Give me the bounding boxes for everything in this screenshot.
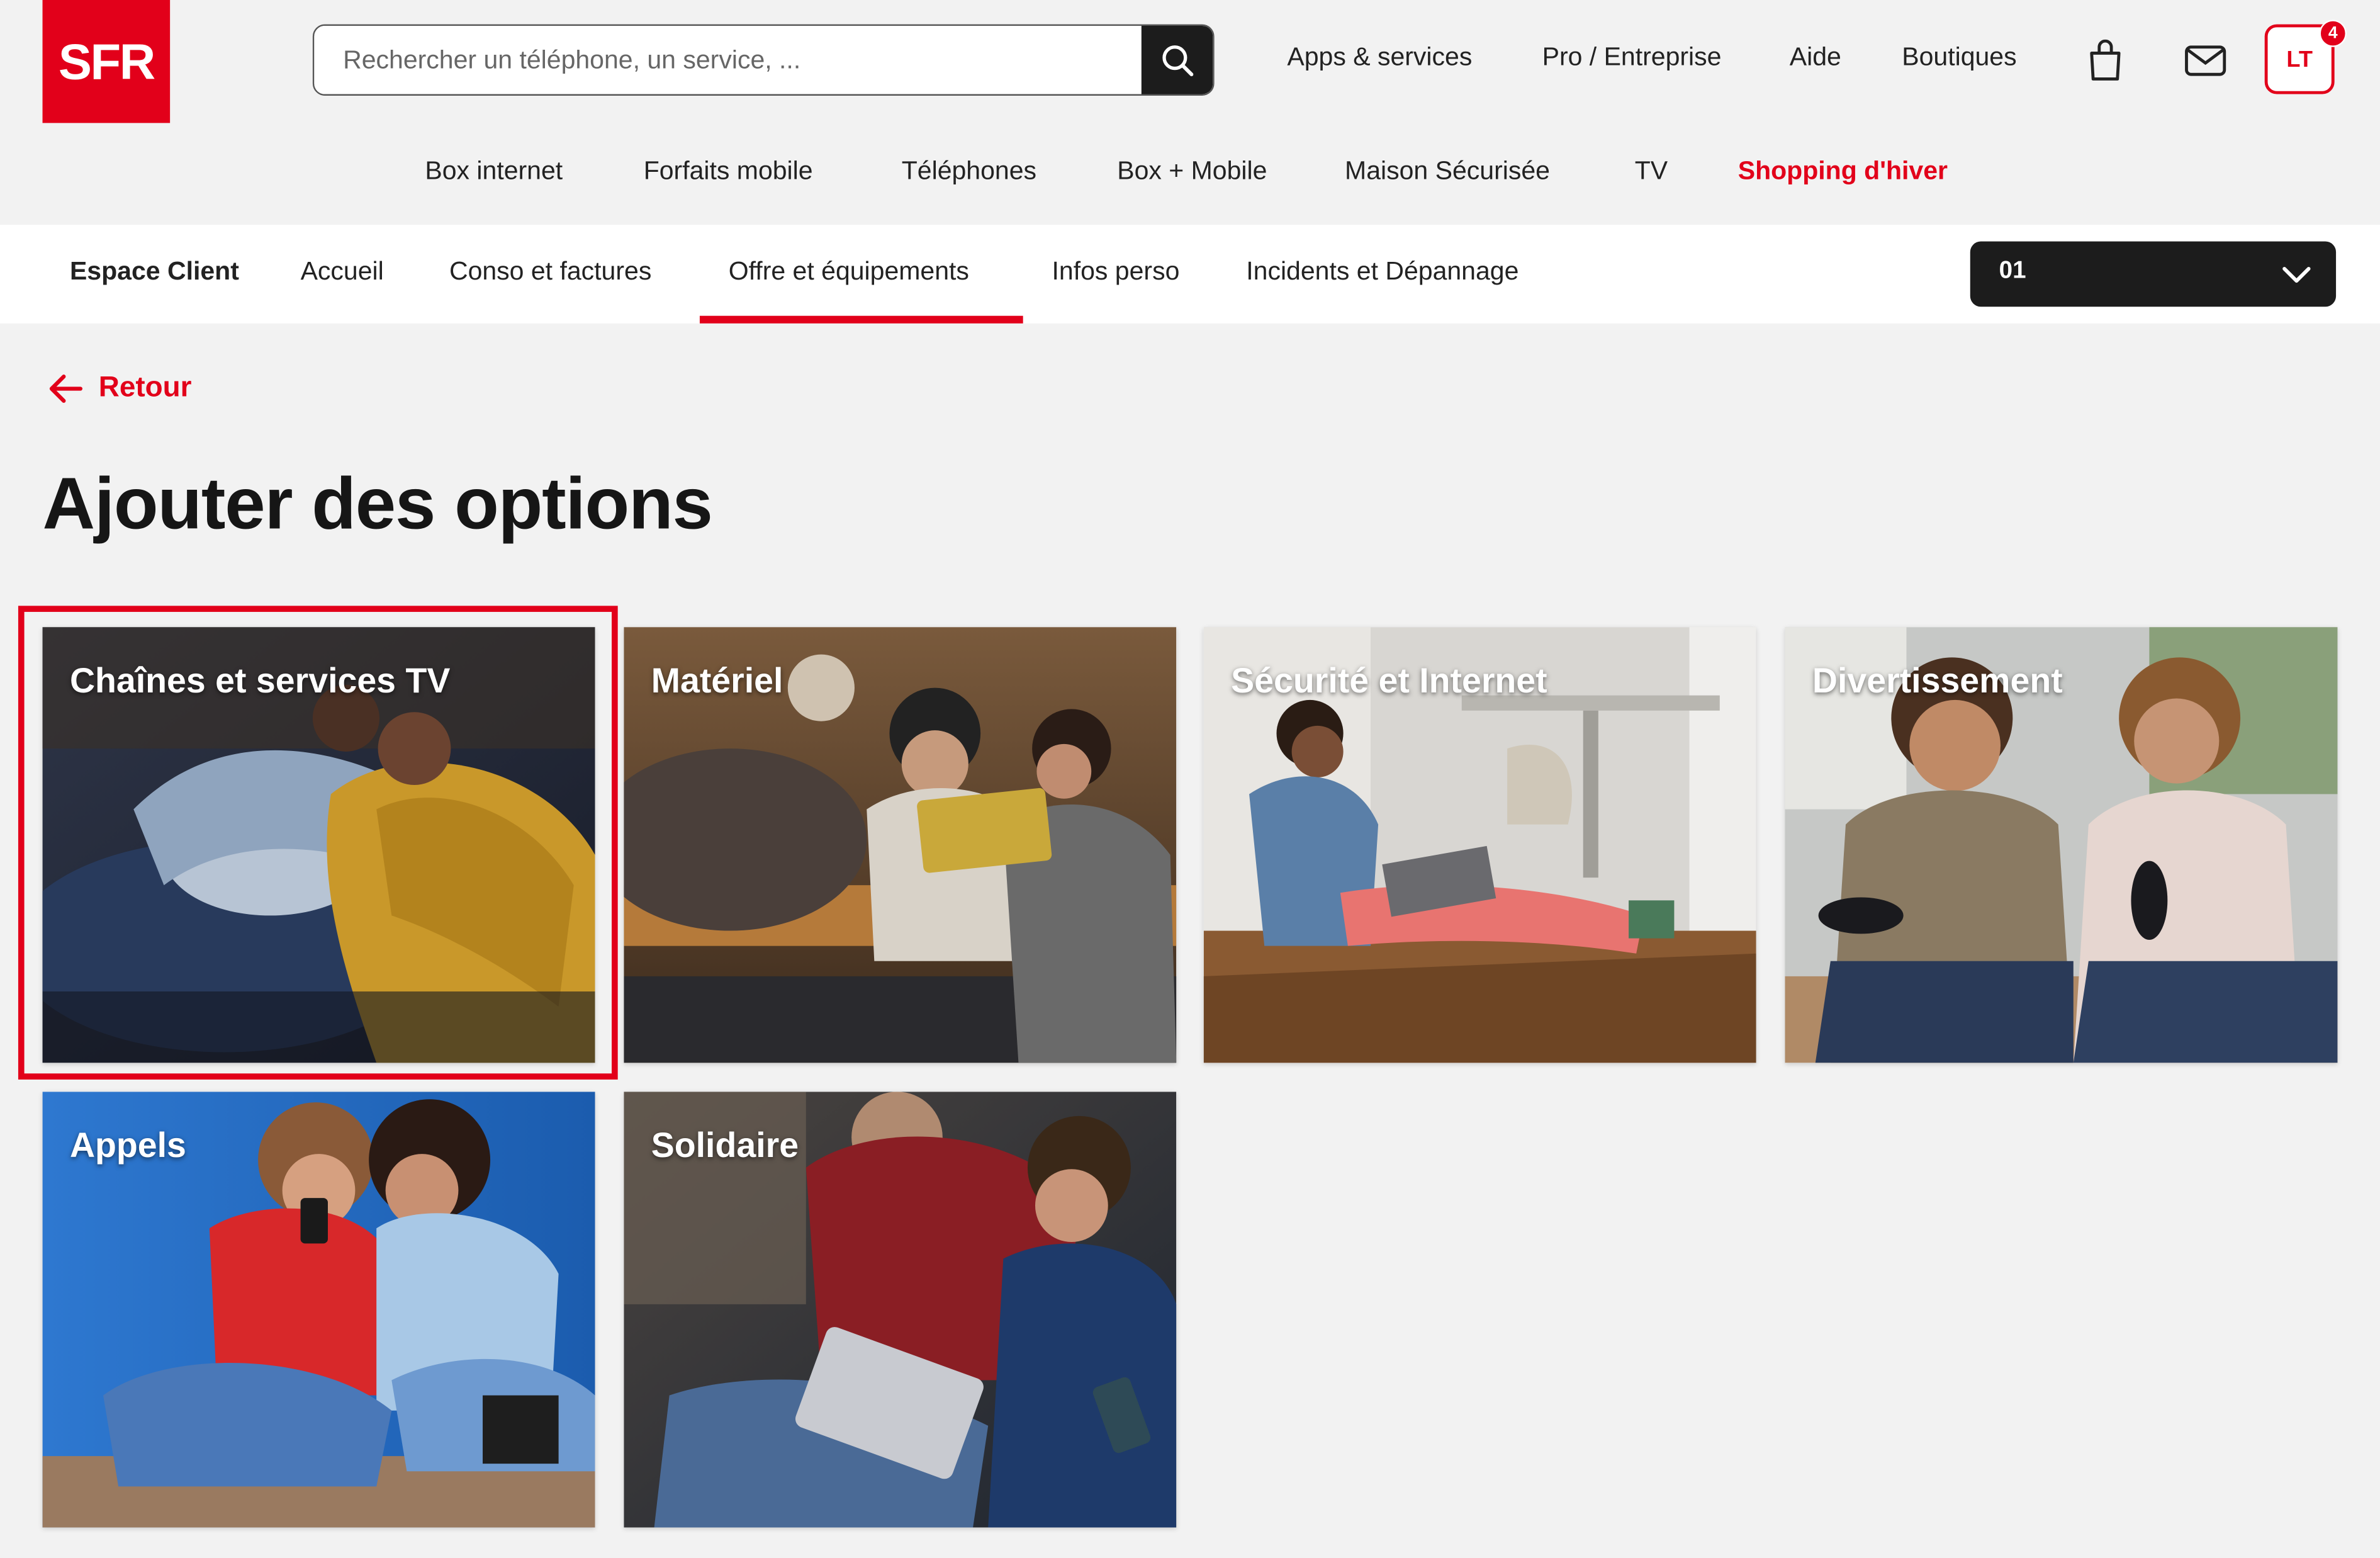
sfr-logo[interactable]: SFR [42,0,171,123]
tab-conso-factures[interactable]: Conso et factures [449,257,651,287]
arrow-left-icon [49,375,82,403]
notification-count: 4 [2328,24,2338,43]
notification-badge: 4 [2319,20,2347,47]
search-button[interactable] [1141,26,1213,94]
selected-card-outline [18,606,618,1080]
nav-box-mobile[interactable]: Box + Mobile [1117,156,1267,186]
page: SFR Apps & services Pro / Entreprise Aid… [0,0,2380,1558]
nav-shopping-hiver[interactable]: Shopping d'hiver [1738,156,1948,186]
shopping-bag-icon [2090,39,2121,81]
page-title: Ajouter des options [42,465,713,545]
option-card-divertissement[interactable]: Divertissement [1785,627,2338,1063]
nav-maison-securisee[interactable]: Maison Sécurisée [1345,156,1550,186]
search-icon [1162,44,1193,76]
back-label: Retour [98,371,192,404]
card-label: Appels [69,1125,186,1165]
top-link-aide[interactable]: Aide [1790,43,1841,73]
option-card-appels[interactable]: Appels [42,1092,595,1528]
chevron-down-icon [2282,267,2311,283]
line-selector[interactable]: 01 [1970,241,2337,307]
card-label: Sécurité et Internet [1231,660,1547,700]
cart-button[interactable] [2082,37,2128,85]
option-card-solidaire[interactable]: Solidaire [624,1092,1177,1528]
tab-infos-perso[interactable]: Infos perso [1052,257,1180,287]
mail-button[interactable] [2182,37,2228,85]
mail-icon [2185,45,2226,76]
card-label: Matériel [651,660,783,700]
back-link[interactable]: Retour [48,369,191,409]
line-selector-value: 01 [1999,258,2026,285]
tab-incidents-depannage[interactable]: Incidents et Dépannage [1246,257,1518,287]
tab-offre-equipements[interactable]: Offre et équipements [729,257,969,287]
nav-telephones[interactable]: Téléphones [902,156,1036,186]
search-bar [312,24,1215,96]
top-link-boutiques[interactable]: Boutiques [1902,43,2016,73]
client-space-bar: Espace Client Accueil Conso et factures … [0,224,2380,324]
search-input[interactable] [314,26,1143,94]
option-card-securite[interactable]: Sécurité et Internet [1203,627,1756,1063]
nav-forfaits-mobile[interactable]: Forfaits mobile [644,156,813,186]
nav-tv[interactable]: TV [1635,156,1668,186]
card-label: Solidaire [651,1125,799,1165]
logo-text: SFR [58,32,155,89]
nav-box-internet[interactable]: Box internet [425,156,563,186]
tab-accueil[interactable]: Accueil [301,257,384,287]
top-link-pro-entreprise[interactable]: Pro / Entreprise [1542,43,1722,73]
card-label: Divertissement [1812,660,2063,700]
top-link-apps-services[interactable]: Apps & services [1287,43,1472,73]
account-initials: LT [2286,46,2313,72]
option-card-materiel[interactable]: Matériel [624,627,1177,1063]
active-tab-indicator [699,315,1023,324]
client-space-title[interactable]: Espace Client [70,257,239,287]
